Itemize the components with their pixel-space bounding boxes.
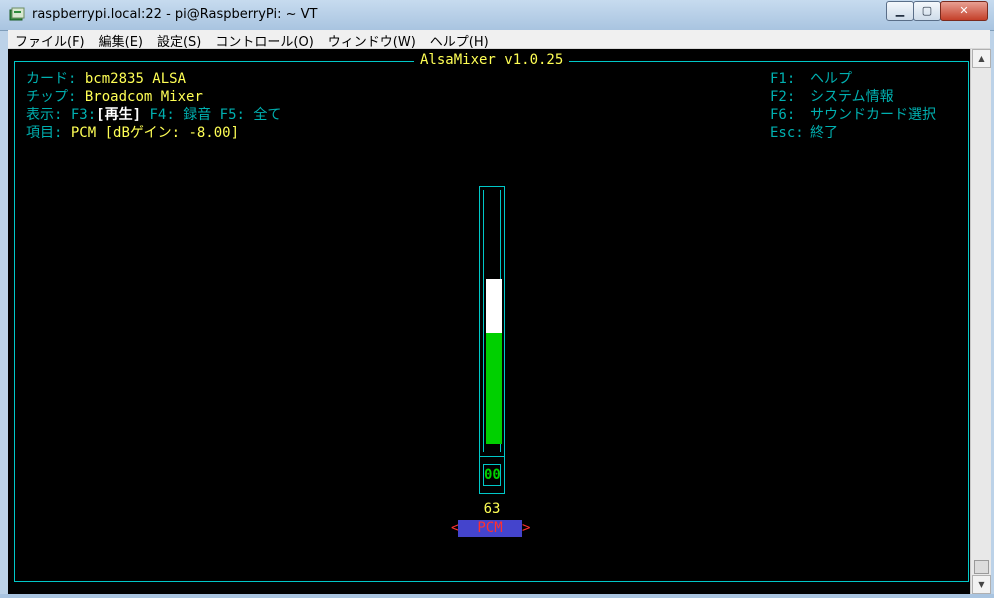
close-button[interactable]: ✕ [940,1,988,21]
menu-file[interactable]: ファイル(F) [8,30,92,50]
help-text-f6: サウンドカード選択 [810,107,936,123]
help-row-f1: F1: ヘルプ [770,70,936,88]
card-row: カード: bcm2835 ALSA [26,70,281,88]
window-bottom-border [0,594,994,598]
card-value: bcm2835 ALSA [84,71,187,87]
item-label: 項目: [26,125,63,141]
help-key-f1: F1: [770,71,796,87]
menu-edit[interactable]: 編集(E) [92,30,150,50]
chip-value: Broadcom Mixer [84,89,203,105]
card-label: カード: [26,71,77,87]
volume-bar-level [486,333,502,444]
help-text-f2: システム情報 [810,89,894,105]
help-key-esc: Esc: [770,125,804,141]
terminal-app-icon[interactable] [9,7,25,23]
control-name-pcm[interactable]: PCM [458,520,522,537]
scroll-up-button[interactable]: ▲ [972,49,991,68]
title-bar: raspberrypi.local:22 - pi@RaspberryPi: ~… [0,0,994,31]
chip-label: チップ: [26,89,77,105]
view-f3-playback[interactable]: [再生] [96,107,141,123]
view-f4-key: F4: [149,107,175,123]
help-row-esc: Esc: 終了 [770,124,936,142]
terminal-area[interactable]: AlsaMixer v1.0.25 カード: bcm2835 ALSA チップ:… [8,49,970,594]
maximize-button[interactable]: ▢ [913,1,941,21]
chip-row: チップ: Broadcom Mixer [26,88,281,106]
menu-control[interactable]: コントロール(O) [208,30,320,50]
view-f5-key: F5: [219,107,245,123]
help-row-f6: F6: サウンドカード選択 [770,106,936,124]
view-label: 表示: [26,107,63,123]
slider-track-frame [483,190,502,452]
minimize-button[interactable]: ▁ [886,1,914,21]
help-key-f6: F6: [770,107,796,123]
help-row-f2: F2: システム情報 [770,88,936,106]
item-row: 項目: PCM [dBゲイン: -8.00] [26,124,281,142]
view-f4-capture[interactable]: 録音 [183,107,211,123]
pcm-volume-slider[interactable]: 00 [479,186,505,494]
mixer-info: カード: bcm2835 ALSA チップ: Broadcom Mixer 表示… [26,70,281,142]
volume-bar-high [486,279,502,333]
view-row: 表示: F3:[再生] F4: 録音 F5: 全て [26,106,281,124]
help-key-f2: F2: [770,89,796,105]
mute-switch[interactable]: 00 [483,464,501,486]
control-right-arrow[interactable]: > [522,520,530,537]
view-f5-all[interactable]: 全て [253,107,281,123]
item-value: PCM [dBゲイン: -8.00] [70,125,240,141]
volume-level-value: 63 [483,501,501,517]
help-text-f1: ヘルプ [810,71,852,87]
menu-help[interactable]: ヘルプ(H) [423,30,496,50]
vertical-scrollbar[interactable]: ▲ ▼ [970,49,991,594]
scroll-down-button[interactable]: ▼ [972,575,991,594]
menu-window[interactable]: ウィンドウ(W) [321,30,423,50]
help-text-esc: 終了 [810,125,838,141]
menu-settings[interactable]: 設定(S) [150,30,208,50]
slider-track [486,190,502,452]
view-f3-key: F3: [70,107,97,123]
menu-bar: ファイル(F) 編集(E) 設定(S) コントロール(O) ウィンドウ(W) ヘ… [8,30,990,50]
slider-separator [480,456,504,457]
window-title: raspberrypi.local:22 - pi@RaspberryPi: ~… [32,7,318,22]
mixer-title: AlsaMixer v1.0.25 [414,52,570,68]
help-keys: F1: ヘルプ F2: システム情報 F6: サウンドカード選択 Esc: 終了 [770,70,936,142]
scroll-thumb[interactable] [974,560,989,574]
